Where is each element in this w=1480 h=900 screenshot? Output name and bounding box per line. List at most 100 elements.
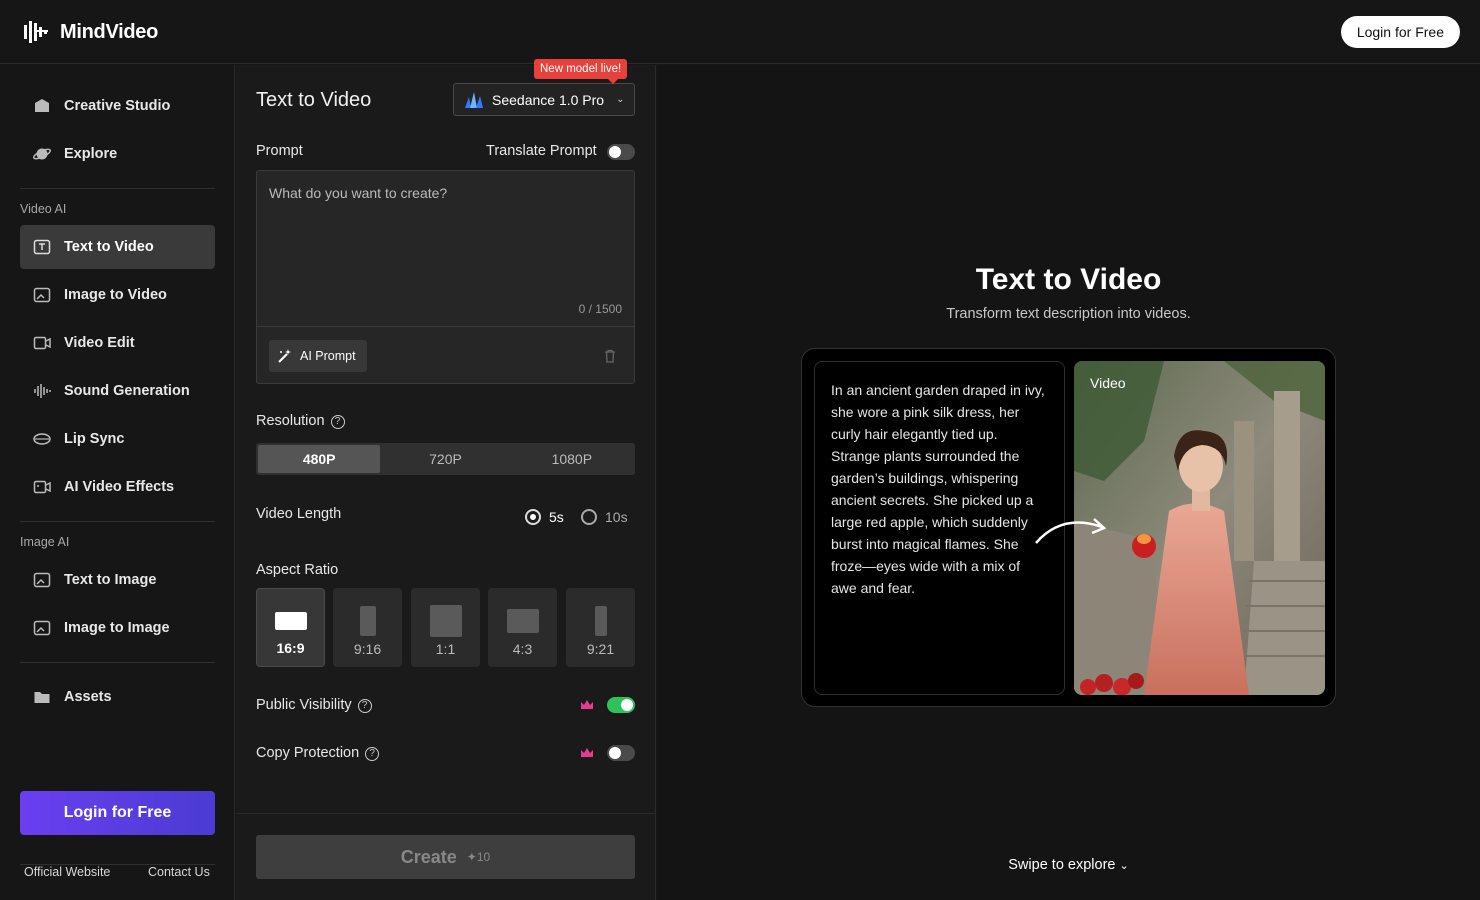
resolution-label: Resolution? [256,413,345,429]
ratio-shape [506,608,539,633]
char-count: 0 / 1500 [578,302,622,316]
copy-protection-toggle[interactable] [607,745,635,761]
ratio-label: 4:3 [512,641,533,657]
sidebar-item-label: Lip Sync [64,431,125,447]
aspect-ratio-16-9[interactable]: 16:9 [256,588,325,667]
toggle-knob [621,699,633,711]
sidebar-item-label: Video Edit [64,335,135,351]
example-card: In an ancient garden draped in ivy, she … [801,348,1336,707]
panel-title: Text to Video [256,89,372,111]
group-label-video-ai: Video AI [20,202,67,216]
sidebar-item-sound-generation[interactable]: Sound Generation [20,369,215,413]
help-icon[interactable]: ? [357,699,372,713]
swipe-to-explore[interactable]: Swipe to explore ⌄ [657,857,1480,873]
magic-wand-icon [278,349,291,363]
arrow-icon [1035,518,1107,544]
divider [20,188,215,189]
sidebar: Creative Studio Explore Video AI Text to… [0,65,235,900]
video-effects-icon [33,480,51,494]
sidebar-item-text-to-video[interactable]: Text to Video [20,225,215,269]
credits-cost: ✦10 [466,850,491,864]
video-length-option-5s[interactable]: 5s [525,509,564,525]
ratio-label: 16:9 [276,640,305,656]
model-selector[interactable]: Seedance 1.0 Pro ⌄ [453,83,635,116]
new-model-badge: New model live! [534,59,628,84]
sidebar-item-label: Sound Generation [64,383,190,399]
brand-logo[interactable]: MindVideo [22,18,158,46]
sidebar-item-image-to-image[interactable]: Image to Image [20,606,215,650]
ratio-label: 9:21 [586,641,615,657]
ratio-label: 9:16 [353,641,382,657]
radio-unselected-icon [581,509,597,525]
sidebar-item-label: Image to Image [64,620,170,636]
copy-protection-text: Copy Protection [256,745,360,761]
sidebar-item-explore[interactable]: Explore [20,132,215,176]
sidebar-item-lip-sync[interactable]: Lip Sync [20,417,215,461]
group-label-image-ai: Image AI [20,535,70,549]
ai-prompt-button[interactable]: AI Prompt [269,340,367,372]
planet-icon [32,148,52,160]
ratio-shape [359,605,376,636]
aspect-ratio-9-21[interactable]: 9:21 [566,588,635,667]
contact-us-link[interactable]: Contact Us [148,865,210,879]
translate-prompt-toggle[interactable] [607,144,635,160]
sidebar-item-label: Text to Image [64,572,157,588]
prompt-label: Prompt [256,143,303,159]
public-visibility-label: Public Visibility? [256,697,372,713]
radio-label: 10s [605,509,628,525]
resolution-option-720p[interactable]: 720P [384,445,506,473]
swipe-label: Swipe to explore [1008,857,1116,873]
create-label: Create [400,846,457,867]
folder-icon [34,692,50,703]
toggle-knob [609,747,621,759]
resolution-option-1080p[interactable]: 1080P [511,445,633,473]
prompt-input[interactable] [257,171,634,321]
divider [20,662,215,663]
credits-value: 10 [476,850,491,864]
video-edit-icon [33,336,51,350]
sidebar-item-video-edit[interactable]: Video Edit [20,321,215,365]
showcase-area: Text to Video Transform text description… [657,65,1480,900]
lips-icon [33,433,51,445]
sidebar-login-button[interactable]: Login for Free [20,791,215,835]
chevron-down-icon: ⌄ [616,94,625,105]
crown-icon [581,748,593,757]
ratio-shape [274,611,307,630]
copy-protection-label: Copy Protection? [256,745,380,761]
sidebar-item-image-to-video[interactable]: Image to Video [20,273,215,317]
aspect-ratio-9-16[interactable]: 9:16 [333,588,402,667]
create-button[interactable]: Create ✦10 [256,835,635,879]
trash-icon[interactable] [602,348,618,364]
prompt-box: 0 / 1500 AI Prompt [256,170,635,384]
header-login-button[interactable]: Login for Free [1340,16,1460,48]
help-icon[interactable]: ? [365,747,380,761]
radio-selected-icon [525,509,541,525]
sidebar-item-label: Explore [64,146,118,162]
help-icon[interactable]: ? [330,415,345,429]
logo-icon [24,21,48,43]
sidebar-item-creative-studio[interactable]: Creative Studio [20,84,215,128]
divider [236,813,655,814]
official-website-link[interactable]: Official Website [24,865,110,879]
generation-panel: Text to Video Seedance 1.0 Pro ⌄ New mod… [236,59,656,900]
crown-icon [581,700,593,709]
seedance-logo-icon [465,91,483,108]
double-chevron-down-icon: ⌄ [1119,860,1129,872]
resolution-option-480p[interactable]: 480P [258,445,381,473]
top-bar: MindVideo Login for Free [0,0,1480,64]
video-length-label: Video Length [256,506,342,522]
resolution-selector: 480P 720P 1080P [256,443,635,475]
showcase-title: Text to Video [975,263,1162,296]
ratio-shape [594,605,607,636]
sidebar-item-assets[interactable]: Assets [20,675,215,719]
sidebar-item-ai-video-effects[interactable]: AI Video Effects [20,465,215,509]
sidebar-item-text-to-image[interactable]: Text to Image [20,558,215,602]
aspect-ratio-4-3[interactable]: 4:3 [488,588,557,667]
text-image-icon [33,572,51,588]
public-visibility-toggle[interactable] [607,697,635,713]
sidebar-item-label: AI Video Effects [64,479,175,495]
video-length-option-10s[interactable]: 10s [581,509,628,525]
aspect-ratio-1-1[interactable]: 1:1 [411,588,480,667]
sound-wave-icon [34,384,51,398]
resolution-label-text: Resolution [256,413,325,429]
